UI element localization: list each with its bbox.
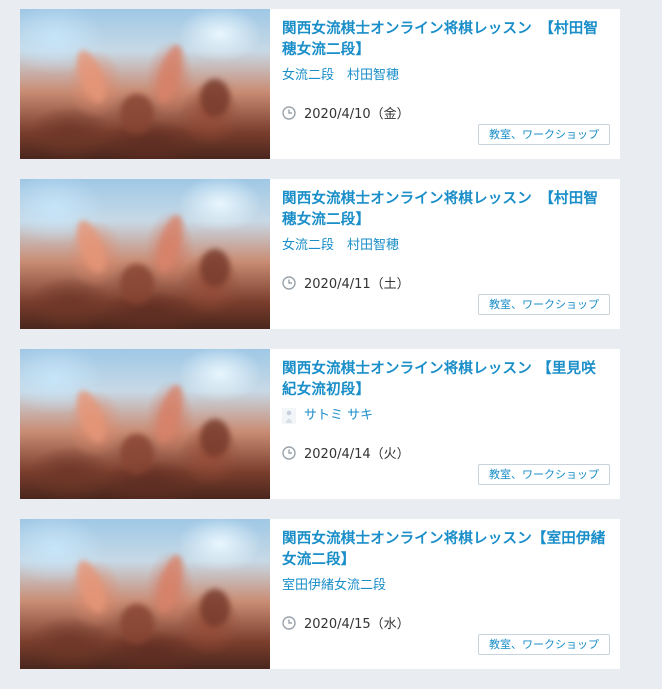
event-info: 関西女流棋士オンライン将棋レッスン 【村田智穂女流二段】 女流二段 村田智穂 2…: [270, 179, 620, 329]
event-date: 2020/4/14（火）: [282, 443, 410, 462]
event-date-text: 2020/4/10（金）: [304, 107, 410, 122]
event-date-text: 2020/4/11（土）: [304, 277, 410, 292]
clock-icon: [282, 615, 296, 630]
event-author-name[interactable]: 室田伊緒女流二段: [282, 577, 386, 595]
event-date: 2020/4/11（土）: [282, 273, 410, 292]
event-category-tag[interactable]: 教室、ワークショップ: [478, 634, 610, 655]
event-author[interactable]: サトミ サキ: [282, 407, 608, 425]
event-card[interactable]: 関西女流棋士オンライン将棋レッスン【室田伊緒女流二段】 室田伊緒女流二段 202…: [20, 519, 620, 669]
event-title[interactable]: 関西女流棋士オンライン将棋レッスン 【里見咲紀女流初段】: [282, 359, 608, 401]
clock-icon: [282, 445, 296, 460]
event-category-tag[interactable]: 教室、ワークショップ: [478, 464, 610, 485]
event-author-name[interactable]: 女流二段 村田智穂: [282, 67, 399, 85]
event-thumbnail[interactable]: [20, 519, 270, 669]
event-date-text: 2020/4/14（火）: [304, 447, 410, 462]
event-category-tag[interactable]: 教室、ワークショップ: [478, 294, 610, 315]
event-date: 2020/4/15（水）: [282, 613, 410, 632]
event-thumbnail[interactable]: [20, 349, 270, 499]
event-author[interactable]: 女流二段 村田智穂: [282, 237, 608, 255]
event-author-name[interactable]: サトミ サキ: [304, 407, 373, 425]
event-card[interactable]: 関西女流棋士オンライン将棋レッスン 【村田智穂女流二段】 女流二段 村田智穂 2…: [20, 179, 620, 329]
event-card[interactable]: 関西女流棋士オンライン将棋レッスン 【村田智穂女流二段】 女流二段 村田智穂 2…: [20, 9, 620, 159]
event-list: 関西女流棋士オンライン将棋レッスン 【村田智穂女流二段】 女流二段 村田智穂 2…: [20, 9, 620, 689]
event-title[interactable]: 関西女流棋士オンライン将棋レッスン【室田伊緒女流二段】: [282, 529, 608, 571]
event-thumbnail[interactable]: [20, 179, 270, 329]
event-category-tag[interactable]: 教室、ワークショップ: [478, 124, 610, 145]
event-thumbnail[interactable]: [20, 9, 270, 159]
event-title[interactable]: 関西女流棋士オンライン将棋レッスン 【村田智穂女流二段】: [282, 189, 608, 231]
event-author[interactable]: 室田伊緒女流二段: [282, 577, 608, 595]
clock-icon: [282, 105, 296, 120]
event-date: 2020/4/10（金）: [282, 103, 410, 122]
event-author[interactable]: 女流二段 村田智穂: [282, 67, 608, 85]
author-avatar-icon: [282, 408, 296, 424]
event-info: 関西女流棋士オンライン将棋レッスン 【里見咲紀女流初段】 サトミ サキ 2020…: [270, 349, 620, 499]
event-author-name[interactable]: 女流二段 村田智穂: [282, 237, 399, 255]
event-info: 関西女流棋士オンライン将棋レッスン 【村田智穂女流二段】 女流二段 村田智穂 2…: [270, 9, 620, 159]
event-card[interactable]: 関西女流棋士オンライン将棋レッスン 【里見咲紀女流初段】 サトミ サキ 2020…: [20, 349, 620, 499]
event-info: 関西女流棋士オンライン将棋レッスン【室田伊緒女流二段】 室田伊緒女流二段 202…: [270, 519, 620, 669]
event-title[interactable]: 関西女流棋士オンライン将棋レッスン 【村田智穂女流二段】: [282, 19, 608, 61]
event-date-text: 2020/4/15（水）: [304, 617, 410, 632]
clock-icon: [282, 275, 296, 290]
